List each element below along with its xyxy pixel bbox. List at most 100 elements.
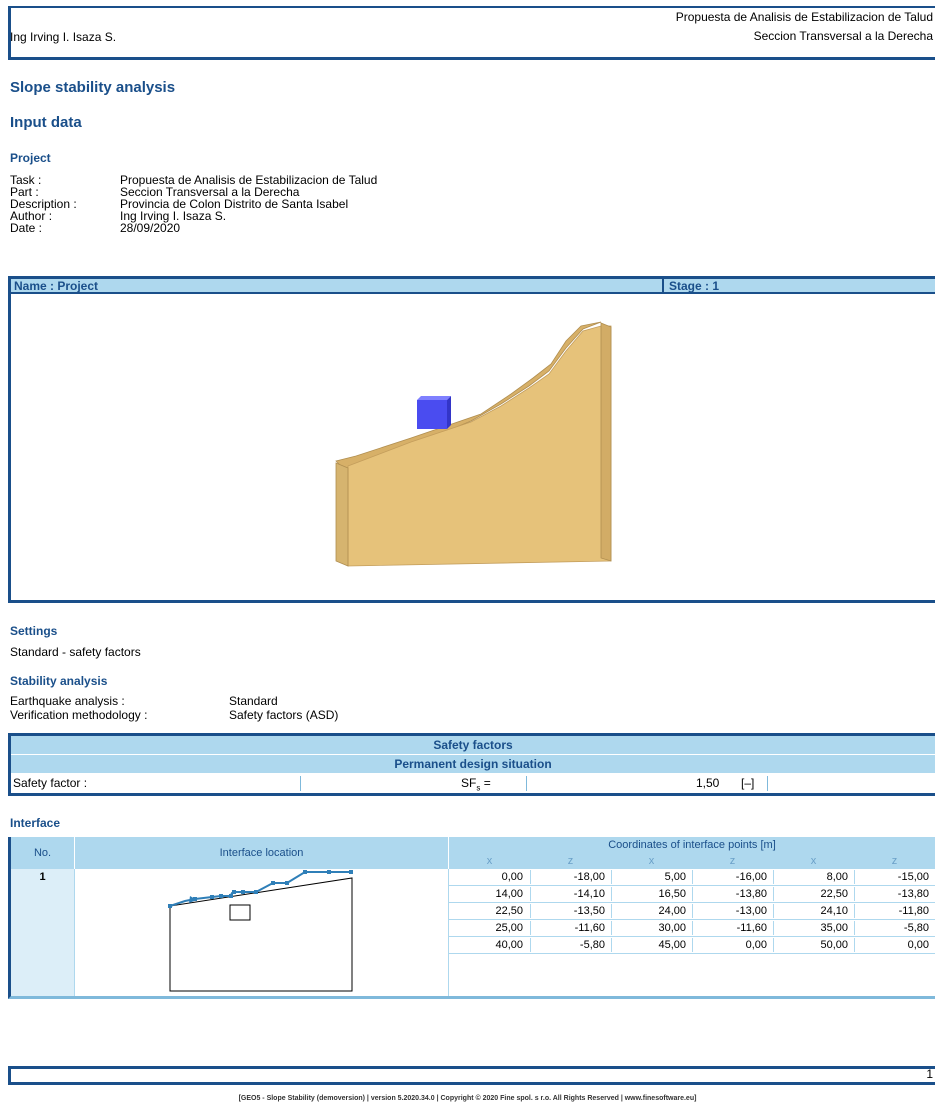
coord-x: 24,10 xyxy=(773,904,848,918)
cell-divider xyxy=(767,776,768,791)
project-label: Date : xyxy=(10,221,43,235)
stability-value-methodology: Safety factors (ASD) xyxy=(229,708,339,722)
coordinates-grid: 0,00 -18,00 5,00 -16,00 8,00 -15,00 14,00 -14,1… xyxy=(449,869,935,954)
row-number: 1 xyxy=(39,871,46,883)
coord-x: 30,00 xyxy=(611,921,686,935)
interface-point xyxy=(271,881,275,885)
safety-factor-value: 1,50 xyxy=(696,776,720,790)
coord-z: -13,00 xyxy=(692,904,767,918)
col-coords-header: Coordinates of interface points [m] xyxy=(449,837,935,853)
interface-sketch xyxy=(168,870,353,992)
sub-col-z: z xyxy=(530,853,611,869)
safety-factor-row: Safety factor : SFs = 1,50 [–] xyxy=(11,774,935,793)
coord-z: 0,00 xyxy=(692,938,767,952)
soil-right-face xyxy=(600,322,612,562)
coord-z: -16,00 xyxy=(692,870,767,884)
safety-table-title: Safety factors xyxy=(11,736,935,755)
coord-z: -11,60 xyxy=(692,921,767,935)
table-row: 0,00 -18,00 5,00 -16,00 8,00 -15,00 xyxy=(449,869,935,886)
stability-heading: Stability analysis xyxy=(10,674,108,688)
safety-factor-unit: [–] xyxy=(741,776,755,790)
software-credit: [GEO5 - Slope Stability (demoversion) | … xyxy=(238,1095,697,1102)
coord-z: -14,10 xyxy=(530,887,605,901)
coord-x: 5,00 xyxy=(611,870,686,884)
symbol-equals: = xyxy=(483,776,491,790)
header-subtitle: Seccion Transversal a la Derecha xyxy=(753,29,933,43)
coord-x: 24,00 xyxy=(611,904,686,918)
col-no-header: No. xyxy=(11,837,75,869)
project-value: 28/09/2020 xyxy=(120,221,181,235)
coord-x: 22,50 xyxy=(495,905,523,917)
coord-z: -13,80 xyxy=(854,887,929,901)
stability-label-earthquake: Earthquake analysis : xyxy=(10,694,125,708)
interface-point xyxy=(232,890,236,894)
coord-x: 8,00 xyxy=(773,870,848,884)
project-info-table: Task : Propuesta de Analisis de Estabiliz… xyxy=(10,174,377,234)
interface-line xyxy=(169,871,352,907)
project-row-author: Author : Ing Irving I. Isaza S. xyxy=(10,210,377,222)
interface-point xyxy=(229,894,233,898)
sub-col-z: z xyxy=(692,853,773,869)
section-input-data: Input data xyxy=(10,114,82,131)
coord-x: 35,00 xyxy=(773,921,848,935)
interface-point xyxy=(168,904,172,908)
load-block-top xyxy=(417,396,451,400)
header-divider xyxy=(662,279,664,292)
coord-x: 40,00 xyxy=(495,939,523,951)
coord-x: 0,00 xyxy=(501,871,523,883)
coord-x: 45,00 xyxy=(611,938,686,952)
header-author: Ing Irving I. Isaza S. xyxy=(10,30,117,44)
cell-divider xyxy=(526,776,527,791)
page-number: 1 xyxy=(926,1067,933,1081)
sub-col-x: x xyxy=(611,853,692,869)
coord-x: 25,00 xyxy=(495,922,523,934)
cell-divider xyxy=(300,776,301,791)
coord-z: -15,00 xyxy=(854,870,929,884)
coord-z: -13,50 xyxy=(530,904,605,918)
project-row-date: Date : 28/09/2020 xyxy=(10,222,377,234)
view-stage-label: Stage : 1 xyxy=(669,279,720,293)
load-block-side xyxy=(447,396,451,429)
footer-box xyxy=(8,1066,935,1085)
coord-z: 0,00 xyxy=(854,938,929,952)
interface-location-cell xyxy=(75,869,449,996)
sub-col-z: z xyxy=(854,853,935,869)
coord-z: -18,00 xyxy=(530,870,605,884)
interface-point xyxy=(241,890,245,894)
slope-outline xyxy=(169,877,353,992)
coord-z: -5,80 xyxy=(530,938,605,952)
safety-factor-label: Safety factor : xyxy=(13,776,88,790)
coord-z: -13,80 xyxy=(692,887,767,901)
stability-value-earthquake: Standard xyxy=(229,694,278,708)
coord-z: -11,80 xyxy=(854,904,929,918)
table-row: 40,00 -5,80 45,00 0,00 50,00 0,00 xyxy=(449,937,935,954)
coord-x: 14,00 xyxy=(495,888,523,900)
load-block-outline xyxy=(229,904,251,921)
table-row: 14,00 -14,10 16,50 -13,80 22,50 -13,80 xyxy=(449,886,935,903)
interface-point xyxy=(219,894,223,898)
sub-col-x: x xyxy=(449,853,530,869)
coord-z: -11,60 xyxy=(530,921,605,935)
symbol-subscript: s xyxy=(476,783,481,793)
coord-z: -5,80 xyxy=(854,921,929,935)
coord-x: 16,50 xyxy=(611,887,686,901)
project-heading: Project xyxy=(10,151,51,165)
settings-heading: Settings xyxy=(10,624,58,638)
soil-left-face xyxy=(335,462,349,567)
symbol-main: SF xyxy=(461,776,477,790)
interface-point xyxy=(193,897,197,901)
model-view-header: Name : Project Stage : 1 xyxy=(11,279,935,294)
document-title: Slope stability analysis xyxy=(10,79,176,96)
interface-point xyxy=(285,881,289,885)
row-number-cell: 1 xyxy=(11,869,75,996)
interface-point xyxy=(210,895,214,899)
interface-point xyxy=(327,870,331,874)
load-block-front xyxy=(417,400,447,429)
interface-point xyxy=(303,870,307,874)
table-row: 25,00 -11,60 30,00 -11,60 35,00 -5,80 xyxy=(449,920,935,937)
coord-x: 22,50 xyxy=(773,887,848,901)
stability-label-methodology: Verification methodology : xyxy=(10,708,148,722)
col-location-header: Interface location xyxy=(75,837,449,869)
coord-x: 50,00 xyxy=(773,938,848,952)
safety-factor-symbol: SFs = xyxy=(461,774,491,797)
